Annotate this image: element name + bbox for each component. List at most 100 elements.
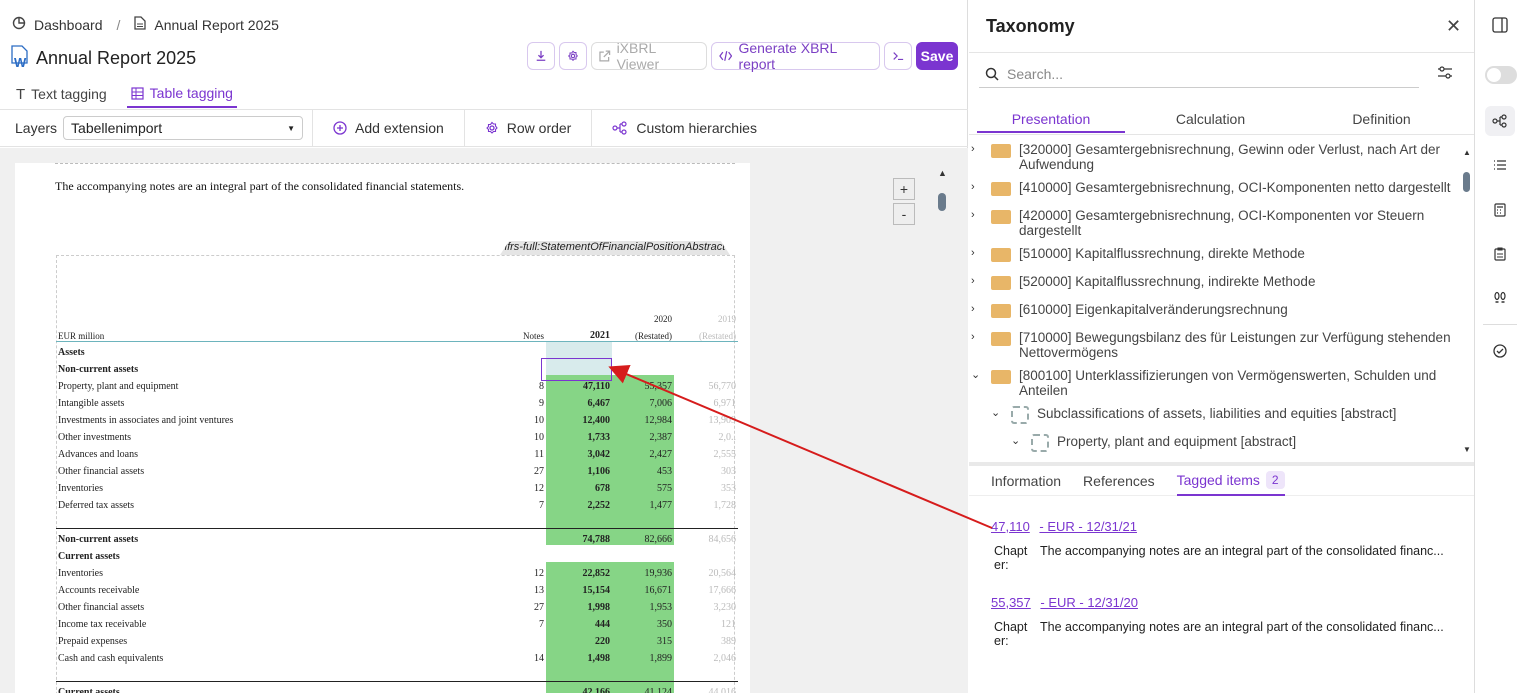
value-2019[interactable]: 20,564 [674, 562, 738, 579]
tab-text-tagging[interactable]: T Text tagging [12, 80, 111, 108]
value-2020[interactable]: 82,666 [612, 528, 674, 545]
tree-node[interactable]: ⌄ [800100] Unterklassifizierungen von Ver… [971, 368, 1457, 398]
value-2020[interactable]: 41,124 [612, 681, 674, 693]
tagged-item-meta[interactable]: - EUR - 12/31/21 [1039, 519, 1137, 534]
tree-node[interactable]: › [320000] Gesamtergebnisrechnung, Gewinn… [971, 142, 1457, 172]
chevron-right-icon[interactable]: › [971, 302, 985, 317]
validate-button[interactable] [1485, 336, 1515, 366]
chevron-right-icon[interactable]: › [971, 208, 985, 223]
tagged-item-meta[interactable]: - EUR - 12/31/20 [1040, 595, 1138, 610]
value-2019[interactable]: 56,770 [674, 375, 738, 392]
chevron-down-icon[interactable]: ⌄ [971, 368, 985, 383]
value-2019[interactable]: 84,656 [674, 528, 738, 545]
value-2021[interactable]: 678 [546, 477, 612, 494]
calculator-button[interactable] [1485, 195, 1515, 225]
tagged-item[interactable]: 55,357 - EUR - 12/31/20 [991, 595, 1138, 610]
value-2021[interactable]: 1,733 [546, 426, 612, 443]
tree-node[interactable]: ⌄ Subclassifications of assets, liabiliti… [991, 406, 1457, 424]
tree-node[interactable]: › [520000] Kapitalflussrechnung, indirekt… [971, 274, 1457, 290]
value-2020[interactable]: 1,953 [612, 596, 674, 613]
value-2019[interactable]: 121 [674, 613, 738, 630]
tree-node[interactable]: › [710000] Bewegungsbilanz des für Leistu… [971, 330, 1457, 360]
value-2019[interactable]: 17,666 [674, 579, 738, 596]
value-2019[interactable]: 2,0.. [674, 426, 738, 443]
close-icon[interactable]: ✕ [1446, 16, 1461, 37]
chevron-down-icon[interactable]: ⌄ [1011, 434, 1025, 449]
tagged-item[interactable]: 47,110 - EUR - 12/31/21 [991, 519, 1137, 534]
list-button[interactable] [1485, 150, 1515, 180]
value-2019[interactable]: 6,971 [674, 392, 738, 409]
tab-tagged-items[interactable]: Tagged items 2 [1176, 466, 1285, 496]
value-2020[interactable]: 19,936 [612, 562, 674, 579]
layers-select[interactable]: Tabellenimport ▼ [63, 116, 304, 140]
footprints-button[interactable] [1485, 283, 1515, 313]
value-2019[interactable]: 44,016 [674, 681, 738, 693]
mode-toggle[interactable] [1485, 66, 1517, 84]
save-button[interactable]: Save [916, 42, 958, 70]
taxonomy-button[interactable] [1485, 106, 1515, 136]
value-2020[interactable]: 55,357 [612, 375, 674, 392]
search-field[interactable]: Search... [979, 60, 1419, 88]
tree-node[interactable]: › [420000] Gesamtergebnisrechnung, OCI-Ko… [971, 208, 1457, 238]
tab-calculation[interactable]: Calculation [1125, 105, 1296, 133]
tree-node[interactable]: ⌄ Property, plant and equipment [abstract… [1011, 434, 1457, 452]
value-2019[interactable]: 2,555 [674, 443, 738, 460]
tab-presentation[interactable]: Presentation [977, 105, 1125, 133]
value-2020[interactable]: 16,671 [612, 579, 674, 596]
tagged-item-value[interactable]: 47,110 [991, 519, 1030, 534]
panel-toggle-button[interactable] [1485, 10, 1515, 40]
value-2020[interactable]: 315 [612, 630, 674, 647]
value-2020[interactable]: 2,427 [612, 443, 674, 460]
tab-information[interactable]: Information [991, 466, 1061, 496]
tree-node[interactable]: › [510000] Kapitalflussrechnung, direkte … [971, 246, 1457, 262]
value-2021[interactable]: 1,106 [546, 460, 612, 477]
zoom-out-button[interactable]: - [893, 203, 915, 225]
value-2021[interactable]: 6,467 [546, 392, 612, 409]
tab-references[interactable]: References [1083, 466, 1155, 496]
tab-table-tagging[interactable]: Table tagging [126, 80, 237, 108]
value-2020[interactable]: 575 [612, 477, 674, 494]
value-2021[interactable]: 15,154 [546, 579, 612, 596]
value-2021[interactable]: 74,788 [546, 528, 612, 545]
value-2020[interactable]: 350 [612, 613, 674, 630]
value-2021[interactable]: 444 [546, 613, 612, 630]
value-2021[interactable]: 2,252 [546, 494, 612, 511]
custom-hierarchies-button[interactable]: Custom hierarchies [592, 109, 777, 147]
terminal-button[interactable] [884, 42, 912, 70]
chevron-right-icon[interactable]: › [971, 180, 985, 195]
scroll-up-icon[interactable]: ▲ [938, 168, 947, 178]
settings-button[interactable] [559, 42, 587, 70]
value-2019[interactable]: 13,909 [674, 409, 738, 426]
scroll-up-icon[interactable]: ▲ [1463, 148, 1471, 157]
value-2020[interactable]: 453 [612, 460, 674, 477]
value-2021[interactable]: 1,998 [546, 596, 612, 613]
selected-cell[interactable] [541, 358, 612, 381]
ixbrl-viewer-button[interactable]: iXBRL Viewer [591, 40, 707, 72]
tab-definition[interactable]: Definition [1296, 105, 1467, 133]
tree-scrollbar[interactable]: ▲ ▼ [1461, 140, 1471, 458]
scrollbar-thumb[interactable] [1463, 172, 1470, 192]
value-2021[interactable]: 220 [546, 630, 612, 647]
clipboard-button[interactable] [1485, 239, 1515, 269]
add-extension-button[interactable]: Add extension [313, 109, 465, 147]
breadcrumb-dashboard-link[interactable]: Dashboard [34, 17, 103, 33]
value-2020[interactable]: 1,477 [612, 494, 674, 511]
value-2019[interactable]: 353 [674, 477, 738, 494]
scroll-down-icon[interactable]: ▼ [1463, 445, 1471, 454]
value-2019[interactable]: 303 [674, 460, 738, 477]
value-2019[interactable]: 3,230 [674, 596, 738, 613]
generate-xbrl-button[interactable]: Generate XBRL report [711, 40, 880, 72]
value-2021[interactable]: 3,042 [546, 443, 612, 460]
filter-icon[interactable] [1437, 66, 1453, 80]
tree-node[interactable]: › [410000] Gesamtergebnisrechnung, OCI-Ko… [971, 180, 1457, 196]
value-2019[interactable]: 2,046 [674, 647, 738, 664]
chevron-down-icon[interactable]: ⌄ [991, 406, 1005, 421]
value-2020[interactable]: 1,899 [612, 647, 674, 664]
chevron-right-icon[interactable]: › [971, 246, 985, 261]
value-2019[interactable]: 389 [674, 630, 738, 647]
scrollbar-thumb[interactable] [938, 193, 946, 211]
value-2021[interactable]: 12,400 [546, 409, 612, 426]
chevron-right-icon[interactable]: › [971, 274, 985, 289]
value-2021[interactable]: 22,852 [546, 562, 612, 579]
zoom-in-button[interactable]: + [893, 178, 915, 200]
